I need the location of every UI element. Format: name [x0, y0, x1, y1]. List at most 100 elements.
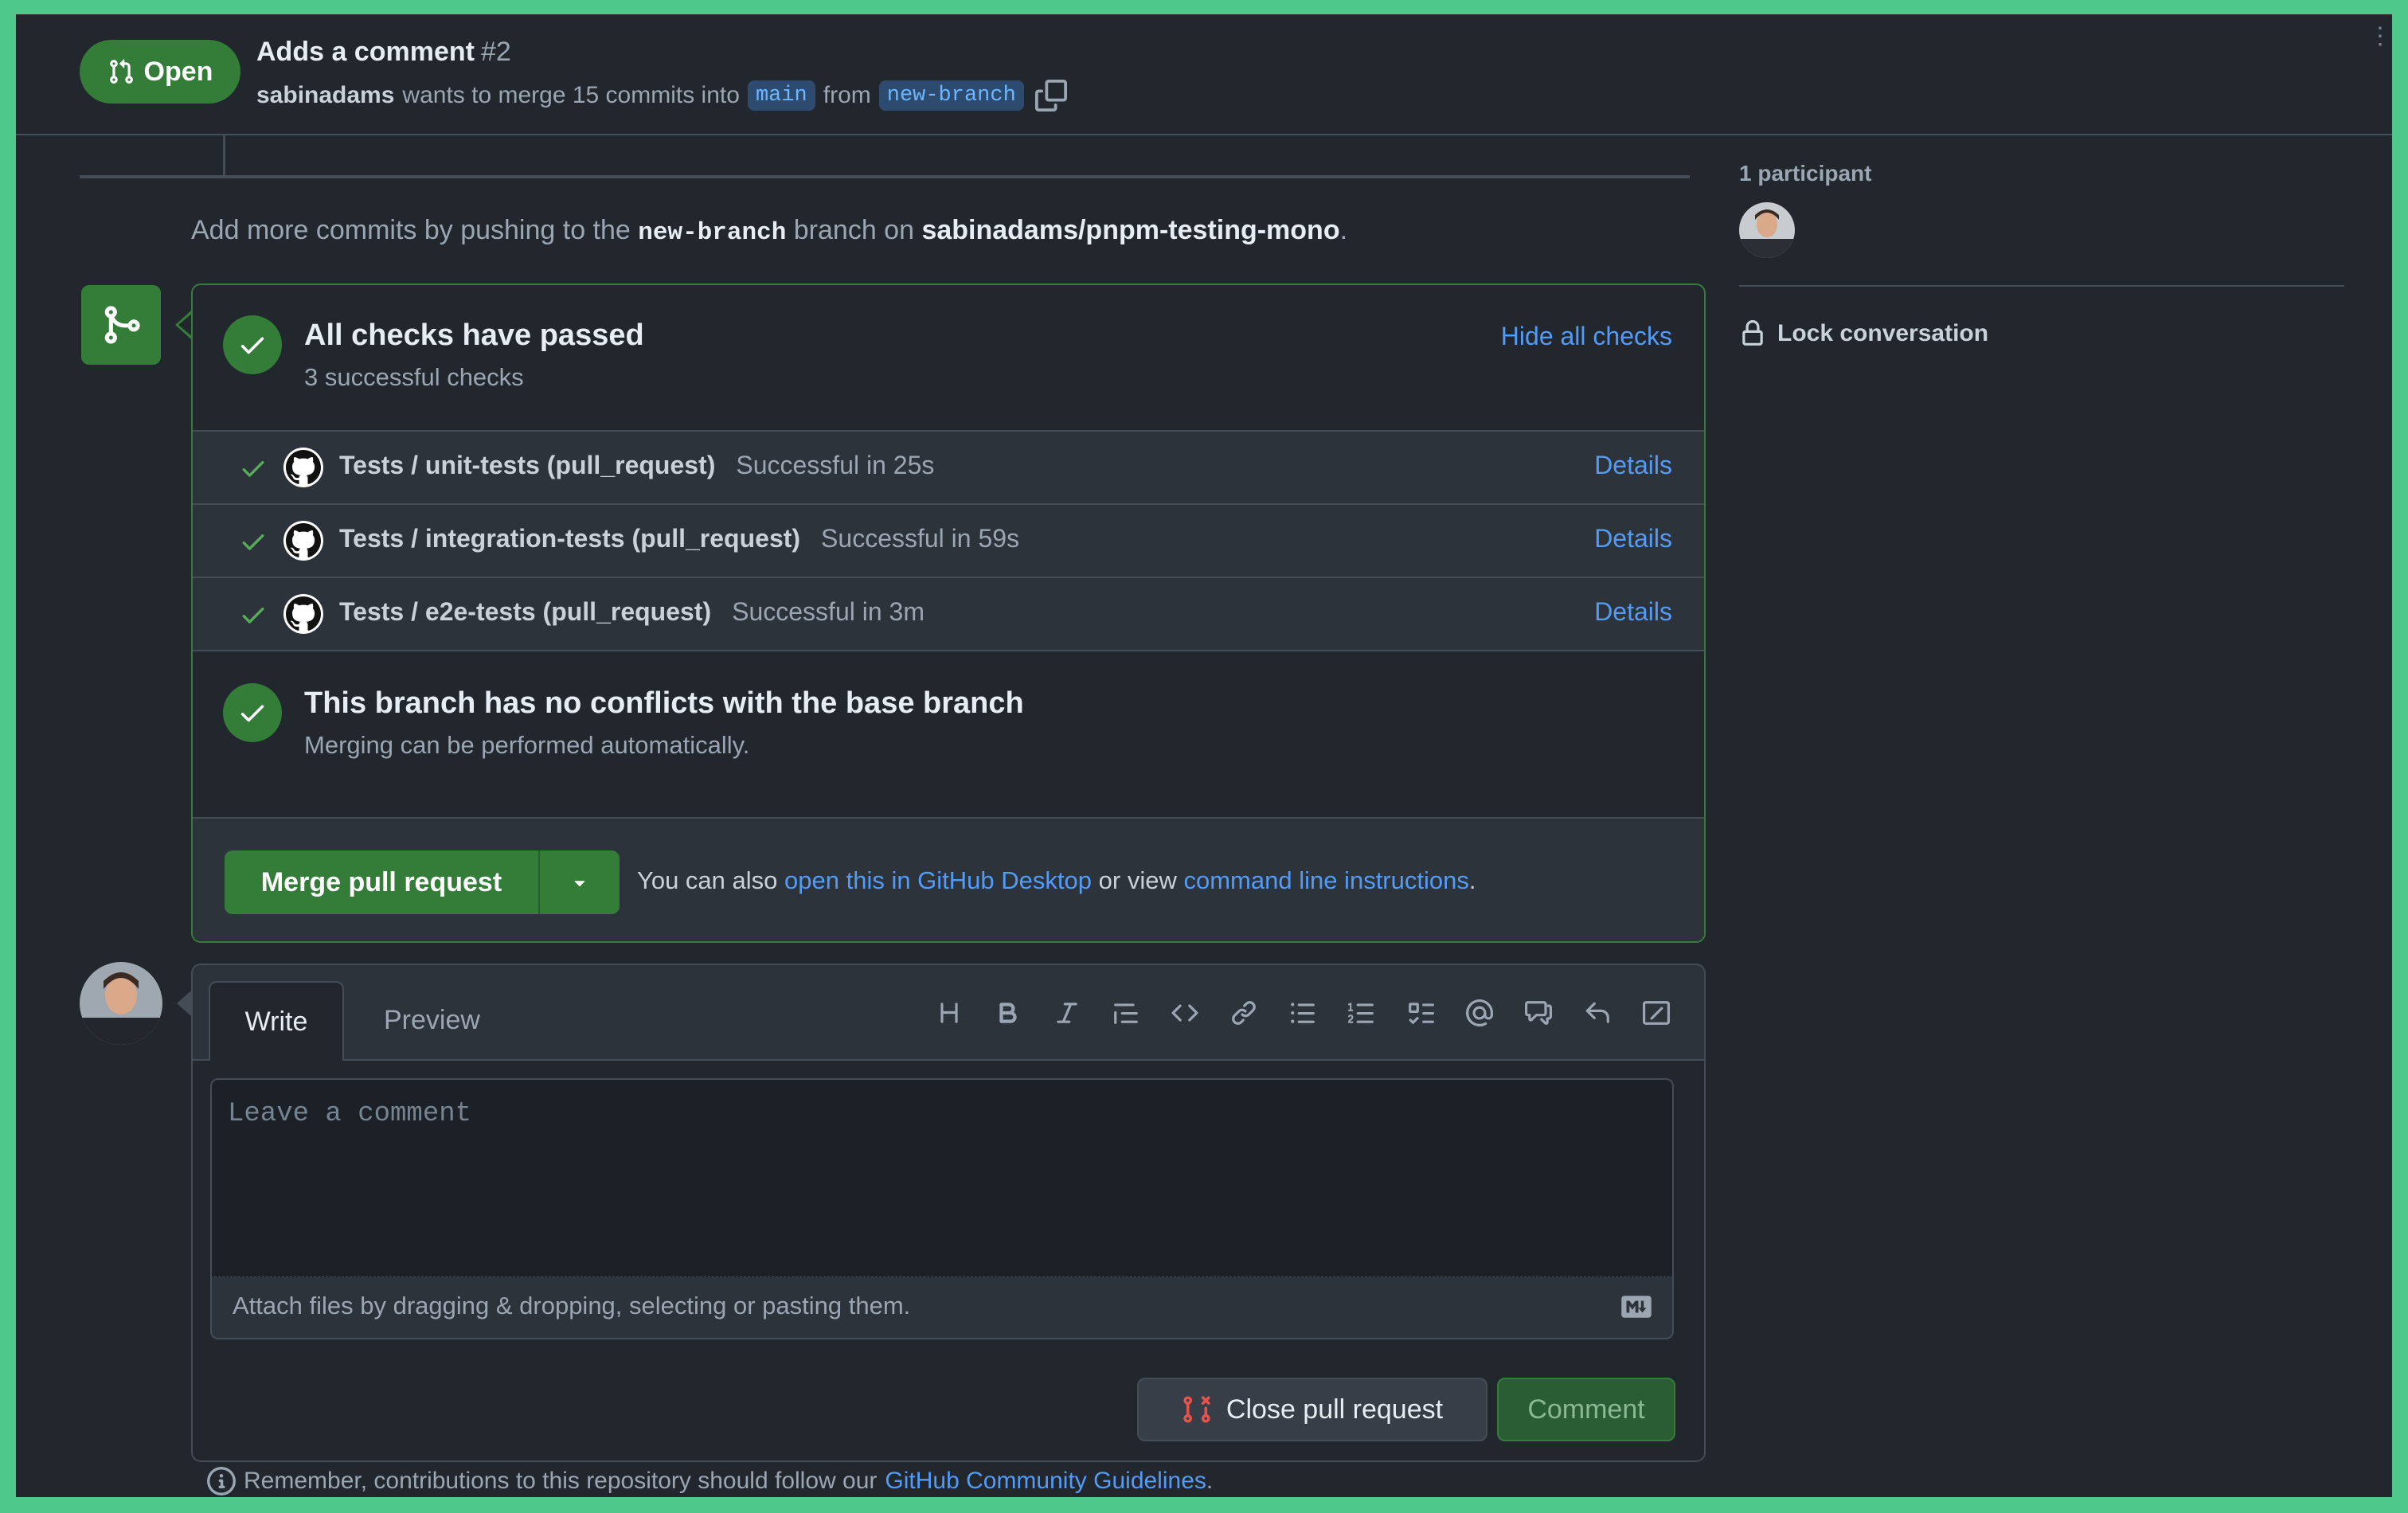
github-icon	[283, 448, 323, 487]
merge-footer: Merge pull request You can also open thi…	[193, 817, 1704, 941]
comment-toolbar-header: Write Preview	[193, 965, 1704, 1061]
pull-request-icon	[109, 59, 133, 84]
slash-command-icon[interactable]	[1640, 997, 1672, 1029]
triangle-down-icon	[574, 881, 585, 887]
pr-subtitle: sabinadams wants to merge 15 commits int…	[256, 80, 1067, 111]
lock-label: Lock conversation	[1777, 320, 1989, 346]
lock-conversation-button[interactable]: Lock conversation	[1739, 320, 1988, 347]
github-icon	[283, 521, 323, 561]
italic-icon[interactable]	[1051, 997, 1083, 1029]
code-icon[interactable]	[1169, 997, 1201, 1029]
conflicts-title: This branch has no conflicts with the ba…	[304, 686, 1024, 720]
comment-textarea[interactable]: Leave a comment	[210, 1078, 1674, 1277]
reminder-prefix: Remember, contributions to this reposito…	[244, 1468, 878, 1494]
reply-icon[interactable]	[1581, 997, 1613, 1029]
unordered-list-icon[interactable]	[1287, 997, 1319, 1029]
hide-checks-link[interactable]: Hide all checks	[1501, 322, 1672, 351]
divider	[193, 650, 1704, 651]
check-row: Tests / e2e-tests (pull_request) Successf…	[193, 577, 1704, 650]
check-name: Tests / unit-tests (pull_request) Success…	[339, 451, 934, 480]
base-branch-tag[interactable]: main	[747, 80, 815, 111]
header-divider	[16, 134, 2392, 135]
comment-button[interactable]: Comment	[1497, 1378, 1675, 1441]
check-status: Successful in 59s	[821, 524, 1020, 553]
pr-page: Open Adds a comment #2 sabinadams wants t…	[16, 14, 2392, 1497]
community-reminder: Remember, contributions to this reposito…	[207, 1467, 1213, 1495]
no-conflicts-icon	[223, 683, 282, 742]
attach-files-text: Attach files by dragging & dropping, sel…	[233, 1292, 911, 1319]
link-icon[interactable]	[1228, 997, 1260, 1029]
heading-icon[interactable]	[933, 997, 965, 1029]
check-icon	[242, 608, 264, 624]
git-merge-icon	[104, 306, 140, 344]
details-link[interactable]: Details	[1594, 597, 1672, 627]
details-link[interactable]: Details	[1594, 524, 1672, 553]
check-name-text: Tests / unit-tests (pull_request)	[339, 451, 716, 479]
checks-title: All checks have passed	[304, 319, 644, 352]
attach-files-bar[interactable]: Attach files by dragging & dropping, sel…	[210, 1277, 1674, 1339]
avatar[interactable]	[80, 962, 162, 1045]
markdown-icon[interactable]	[1620, 1295, 1653, 1319]
check-icon	[240, 705, 264, 722]
push-hint-prefix: Add more commits by pushing to the	[191, 215, 631, 245]
check-status: Successful in 3m	[732, 597, 924, 626]
mention-icon[interactable]	[1464, 997, 1495, 1029]
markdown-toolbar	[933, 997, 1672, 1029]
check-row: Tests / integration-tests (pull_request)…	[193, 503, 1704, 577]
avatar-image	[80, 962, 162, 1045]
merge-button[interactable]: Merge pull request	[225, 867, 538, 898]
close-pull-request-button[interactable]: Close pull request	[1137, 1378, 1487, 1441]
push-hint: Add more commits by pushing to the new-b…	[191, 215, 1347, 247]
github-icon	[283, 594, 323, 634]
status-label: Open	[143, 56, 213, 87]
merge-box: All checks have passed 3 successful chec…	[191, 283, 1706, 943]
info-icon	[207, 1467, 236, 1495]
command-line-link[interactable]: command line instructions	[1183, 866, 1468, 894]
resize-handle-icon[interactable]: ⋮	[2368, 22, 2392, 50]
checks-subtitle: 3 successful checks	[304, 363, 524, 391]
merge-note: You can also open this in GitHub Desktop…	[637, 866, 1476, 895]
pull-request-closed-icon	[1183, 1396, 1210, 1423]
checks-passed-icon	[223, 315, 282, 374]
timeline-divider	[80, 175, 1690, 178]
check-row: Tests / unit-tests (pull_request) Success…	[193, 430, 1704, 503]
details-link[interactable]: Details	[1594, 451, 1672, 480]
merge-note-middle: or view	[1098, 866, 1177, 894]
lock-icon	[1742, 320, 1763, 346]
tab-preview[interactable]: Preview	[384, 1005, 480, 1036]
community-guidelines-link[interactable]: GitHub Community Guidelines	[885, 1468, 1206, 1495]
merge-note-prefix: You can also	[637, 866, 778, 894]
quote-icon[interactable]	[1110, 997, 1142, 1029]
merge-options-button[interactable]	[540, 871, 620, 893]
participants-label: 1 participant	[1739, 161, 1872, 186]
merge-note-suffix: .	[1468, 866, 1476, 894]
copy-icon[interactable]	[1034, 80, 1067, 111]
github-desktop-link[interactable]: open this in GitHub Desktop	[784, 866, 1092, 894]
conflicts-subtitle: Merging can be performed automatically.	[304, 731, 750, 759]
pr-title-text: Adds a comment	[256, 37, 475, 67]
cross-reference-icon[interactable]	[1523, 997, 1554, 1029]
merge-button-group: Merge pull request	[225, 850, 620, 914]
bold-icon[interactable]	[992, 997, 1024, 1029]
comment-pointer	[177, 991, 191, 1016]
comment-form: Write Preview Leave a comment Attach fil…	[191, 964, 1706, 1462]
pr-number: #2	[480, 37, 511, 67]
push-hint-suffix: .	[1339, 215, 1348, 245]
merge-text: wants to merge 15 commits into	[402, 82, 740, 108]
author-link[interactable]: sabinadams	[256, 82, 394, 109]
tab-write[interactable]: Write	[209, 981, 344, 1061]
check-icon	[242, 534, 264, 550]
check-name-text: Tests / integration-tests (pull_request)	[339, 524, 801, 553]
reminder-suffix: .	[1206, 1468, 1214, 1494]
ordered-list-icon[interactable]	[1346, 997, 1378, 1029]
check-name: Tests / e2e-tests (pull_request) Successf…	[339, 597, 924, 627]
tasklist-icon[interactable]	[1405, 997, 1437, 1029]
participant-avatar[interactable]	[1739, 202, 1795, 258]
push-hint-repo[interactable]: sabinadams/pnpm-testing-mono	[921, 215, 1339, 245]
status-badge: Open	[80, 40, 240, 104]
head-branch-tag[interactable]: new-branch	[878, 80, 1024, 111]
check-icon	[240, 337, 264, 354]
from-text: from	[823, 82, 871, 108]
check-status: Successful in 25s	[736, 451, 935, 479]
avatar-image	[1739, 202, 1795, 258]
